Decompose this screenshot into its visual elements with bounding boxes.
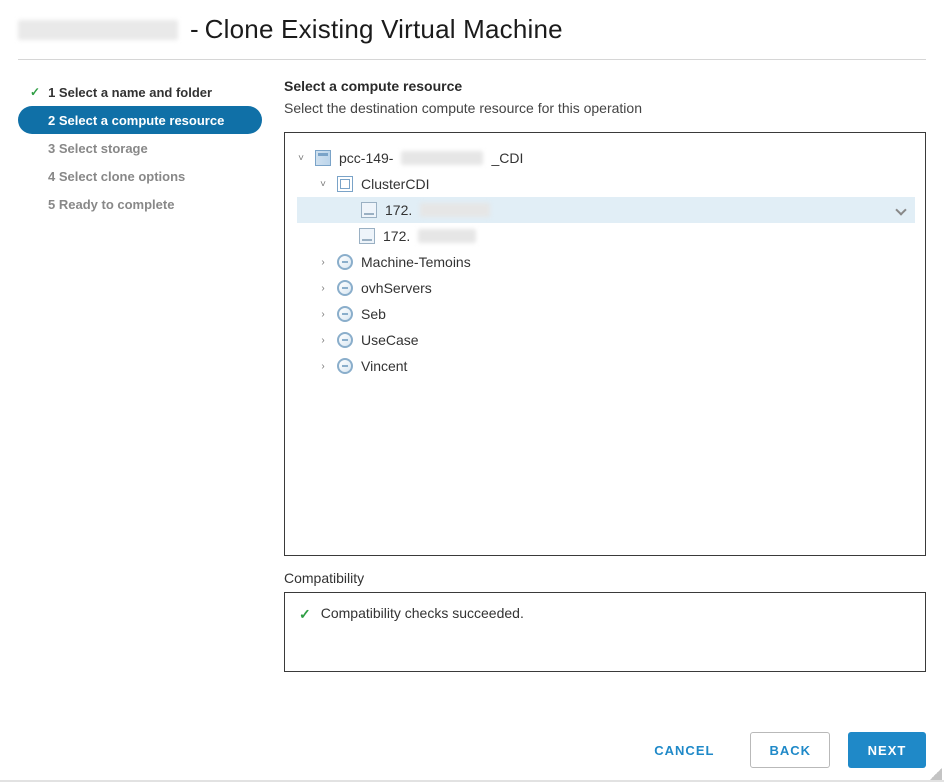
host-icon [361,202,377,218]
compatibility-message: Compatibility checks succeeded. [321,605,524,621]
chevron-right-icon[interactable]: › [317,335,329,346]
wizard-step-label: Select a name and folder [59,85,212,100]
tree-node-resource-pool[interactable]: › Machine-Temoins [295,249,915,275]
panel-subtitle: Select the destination compute resource … [284,100,926,116]
wizard-step-num: 1 [48,85,55,100]
cluster-icon [337,176,353,192]
tree-node-label: Machine-Temoins [361,254,471,270]
chevron-down-icon[interactable]: ˅ [295,153,307,164]
redacted-text [418,229,476,243]
tree-node-resource-pool[interactable]: › UseCase [295,327,915,353]
tree-node-label: UseCase [361,332,419,348]
resource-pool-icon [337,358,353,374]
wizard-step-label: Select a compute resource [59,113,224,128]
wizard-step-1[interactable]: ✓ 1 Select a name and folder [18,78,262,106]
page-title-row: - Clone Existing Virtual Machine [18,6,926,60]
resource-pool-icon [337,254,353,270]
wizard-step-num: 2 [48,113,55,128]
page-title: Clone Existing Virtual Machine [205,14,563,45]
title-separator: - [190,14,199,45]
host-icon [359,228,375,244]
wizard-step-2[interactable]: 2 Select a compute resource [18,106,262,134]
compute-resource-tree[interactable]: ˅ pcc-149- _CDI ˅ ClusterCDI › 172. [284,132,926,556]
tree-node-label: Seb [361,306,386,322]
tree-node-resource-pool[interactable]: › Seb [295,301,915,327]
compatibility-label: Compatibility [284,570,926,586]
next-button[interactable]: NEXT [848,732,926,768]
tree-node-datacenter[interactable]: ˅ pcc-149- _CDI [295,145,915,171]
wizard-step-label: Ready to complete [59,197,175,212]
tree-node-cluster[interactable]: ˅ ClusterCDI [295,171,915,197]
tree-node-label: ovhServers [361,280,432,296]
tree-node-label: 172. [385,202,412,218]
resource-pool-icon [337,332,353,348]
wizard-step-num: 4 [48,169,55,184]
compatibility-box: ✓ Compatibility checks succeeded. [284,592,926,672]
chevron-right-icon[interactable]: › [317,283,329,294]
tree-node-label: ClusterCDI [361,176,429,192]
wizard-step-num: 3 [48,141,55,156]
wizard-step-label: Select storage [59,141,148,156]
wizard-steps: ✓ 1 Select a name and folder 2 Select a … [18,78,262,672]
resource-pool-icon [337,306,353,322]
tree-node-label: Vincent [361,358,407,374]
check-icon: ✓ [299,605,311,623]
tree-node-host[interactable]: › 172. [297,197,915,223]
resize-handle-icon[interactable] [930,768,942,780]
chevron-right-icon[interactable]: › [317,361,329,372]
wizard-step-4: 4 Select clone options [18,162,262,190]
wizard-step-label: Select clone options [59,169,185,184]
wizard-footer: CANCEL BACK NEXT [636,732,926,768]
redacted-text [420,203,490,217]
tree-node-label: pcc-149- [339,150,393,166]
chevron-right-icon[interactable]: › [317,309,329,320]
wizard-step-5: 5 Ready to complete [18,190,262,218]
tree-node-resource-pool[interactable]: › Vincent [295,353,915,379]
chevron-down-icon[interactable]: ˅ [317,179,329,190]
resource-pool-icon [337,280,353,296]
datacenter-icon [315,150,331,166]
tree-node-host[interactable]: › 172. [295,223,915,249]
redacted-text [401,151,483,165]
tree-node-resource-pool[interactable]: › ovhServers [295,275,915,301]
tree-node-label: 172. [383,228,410,244]
wizard-step-3: 3 Select storage [18,134,262,162]
tree-node-label: _CDI [491,150,523,166]
check-icon: ✓ [30,85,40,99]
wizard-step-num: 5 [48,197,55,212]
panel-title: Select a compute resource [284,78,926,94]
chevron-right-icon[interactable]: › [317,257,329,268]
cancel-button[interactable]: CANCEL [636,732,732,768]
back-button[interactable]: BACK [750,732,830,768]
vm-name-redacted [18,20,178,40]
